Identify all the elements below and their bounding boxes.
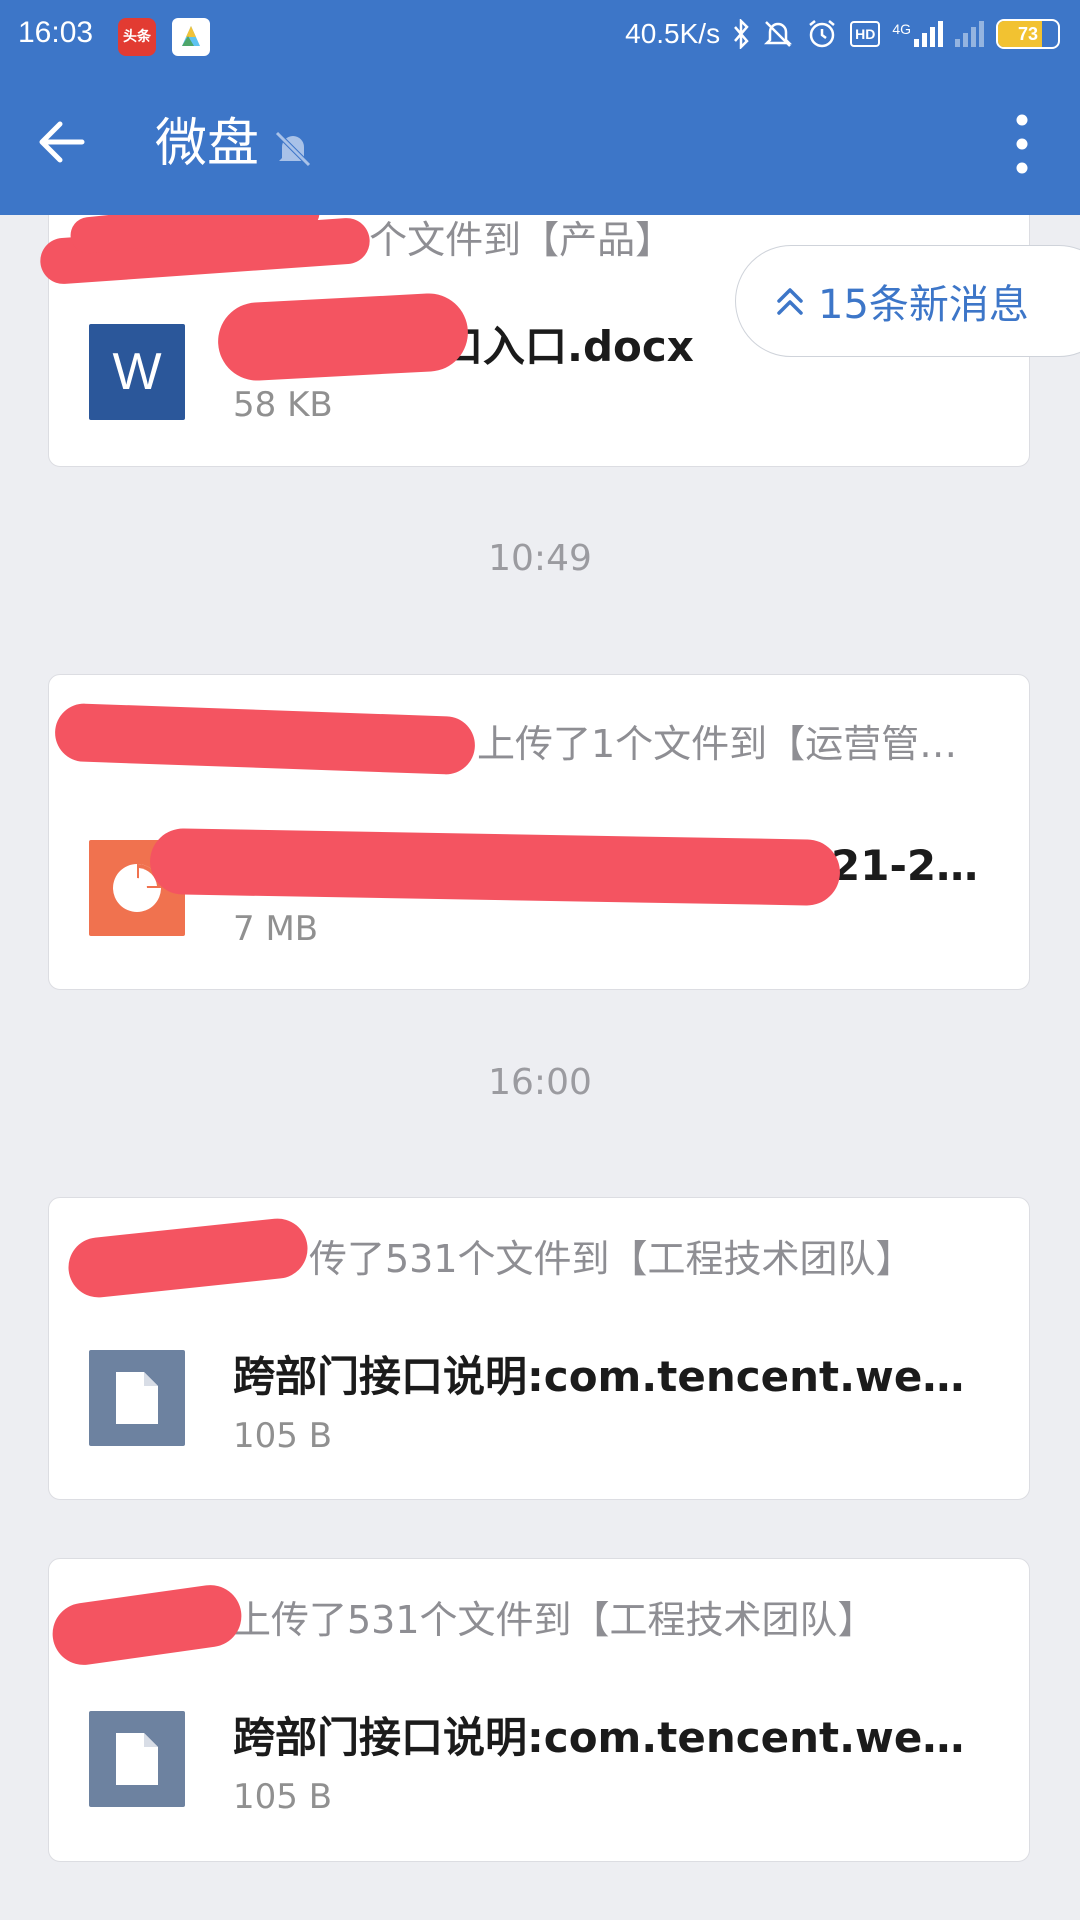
bluetooth-icon bbox=[734, 19, 749, 49]
upload-message-header: 上传了531个文件到【工程技术团队】 bbox=[233, 1598, 876, 1642]
status-time: 16:03 bbox=[18, 16, 94, 49]
double-chevron-up-icon bbox=[777, 288, 803, 315]
more-vertical-icon[interactable] bbox=[1002, 112, 1042, 176]
notification-off-icon bbox=[275, 131, 311, 167]
new-messages-button[interactable]: 15条新消息 bbox=[735, 245, 1080, 357]
upload-message-header: 传了531个文件到【工程技术团队】 bbox=[309, 1237, 914, 1281]
signal-4g-icon: 4G bbox=[892, 21, 943, 47]
status-bar: 16:03 头条 40.5K/s HD 4G 73 bbox=[0, 0, 1080, 72]
file-name[interactable]: 21-2-… bbox=[831, 841, 989, 890]
toutiao-app-icon: 头条 bbox=[118, 18, 156, 56]
file-size: 58 KB bbox=[233, 385, 333, 425]
network-speed: 40.5K/s bbox=[625, 18, 721, 49]
file-name[interactable]: 跨部门接口说明:com.tencent.wed… bbox=[233, 1704, 989, 1765]
message-timestamp: 10:49 bbox=[488, 538, 592, 579]
file-page-icon bbox=[116, 1372, 158, 1424]
status-indicators: 40.5K/s HD 4G 73 bbox=[625, 18, 1060, 50]
file-size: 105 B bbox=[233, 1416, 333, 1456]
mute-icon bbox=[764, 21, 793, 47]
app-notification-icon bbox=[172, 18, 210, 56]
battery-icon: 73 bbox=[996, 19, 1060, 49]
back-arrow-icon[interactable] bbox=[32, 112, 92, 172]
file-name[interactable]: 跨部门接口说明:com.tencent.wed… bbox=[233, 1343, 989, 1404]
message-feed[interactable]: 传了1个文件到【产品】 W 口入口.docx 58 KB 10:49 ）上传了1… bbox=[0, 0, 1080, 1920]
page-title: 微盘 bbox=[155, 114, 260, 174]
redaction-mark bbox=[149, 827, 841, 907]
document-file-icon bbox=[89, 1711, 185, 1807]
hd-icon: HD bbox=[850, 21, 881, 47]
word-file-icon: W bbox=[89, 324, 185, 420]
redaction-mark bbox=[216, 291, 470, 383]
file-page-icon bbox=[116, 1733, 158, 1785]
file-size: 105 B bbox=[233, 1777, 333, 1817]
signal-icon bbox=[955, 21, 984, 47]
new-messages-label: 15条新消息 bbox=[818, 282, 1029, 328]
document-file-icon bbox=[89, 1350, 185, 1446]
message-timestamp: 16:00 bbox=[488, 1062, 592, 1103]
upload-message-header: ）上传了1个文件到【运营管… bbox=[439, 722, 958, 766]
app-bar: 16:03 头条 40.5K/s HD 4G 73 微盘 bbox=[0, 0, 1080, 215]
file-size: 7 MB bbox=[233, 909, 319, 949]
alarm-icon bbox=[809, 20, 835, 48]
